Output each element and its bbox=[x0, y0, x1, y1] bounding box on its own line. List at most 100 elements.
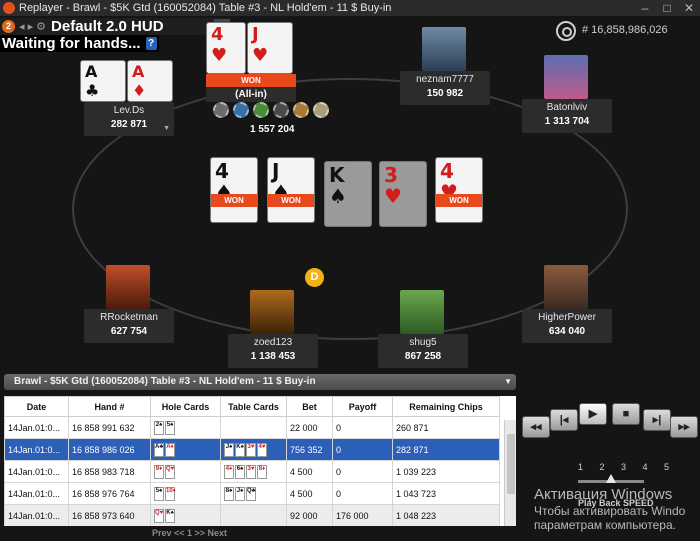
column-header[interactable]: Table Cards bbox=[220, 396, 287, 417]
player-stack: 1 313 704 bbox=[544, 116, 590, 127]
seat-shug5[interactable]: shug5 867 258 bbox=[378, 290, 468, 368]
board-card: 4 ♥ WON bbox=[435, 157, 483, 223]
board-card: 4 ♠ WON bbox=[210, 157, 258, 223]
player-name: shug5 bbox=[409, 337, 437, 348]
avatar bbox=[400, 290, 444, 334]
hand-history-table: Date Hand # Hole Cards Table Cards Bet P… bbox=[4, 396, 516, 526]
allin-status: (All-in) bbox=[206, 87, 296, 102]
avatar bbox=[544, 265, 588, 309]
seat-plate: HigherPower 634 040 bbox=[522, 309, 612, 343]
history-header[interactable]: Brawl - $5K Gtd (160052084) Table #3 - N… bbox=[4, 374, 516, 390]
seat-zoed123[interactable]: zoed123 1 138 453 bbox=[228, 290, 318, 368]
rewind-button[interactable]: ◂◂ bbox=[522, 416, 550, 438]
chevron-down-icon[interactable]: ▼ bbox=[504, 374, 512, 390]
won-badge: WON bbox=[206, 74, 296, 87]
seat-batonlviv[interactable]: Batonlviv 1 313 704 bbox=[522, 55, 612, 133]
seat-plate: Lev.Ds 282 871 ▼ bbox=[84, 102, 174, 136]
column-header[interactable]: Hand # bbox=[68, 396, 151, 417]
hole-card: 4 ♥ bbox=[206, 22, 246, 74]
help-icon[interactable]: ? bbox=[145, 37, 157, 50]
table-cards-cell bbox=[220, 504, 287, 526]
waiting-text: Waiting for hands... bbox=[2, 35, 141, 52]
player-name: neznam7777 bbox=[416, 74, 474, 85]
maximize-button[interactable]: □ bbox=[656, 1, 678, 15]
seat-higherpower[interactable]: HigherPower 634 040 bbox=[522, 265, 612, 343]
seat-plate: zoed123 1 138 453 bbox=[228, 334, 318, 368]
history-title: Brawl - $5K Gtd (160052084) Table #3 - N… bbox=[14, 376, 316, 387]
player-stack: 634 040 bbox=[548, 326, 586, 337]
title-bar: Replayer - Brawl - $5K Gtd (160052084) T… bbox=[0, 0, 700, 16]
app-logo-icon bbox=[3, 2, 15, 14]
seat-plate: neznam7777 150 982 bbox=[400, 71, 490, 105]
step-back-button[interactable]: |◂ bbox=[550, 409, 578, 431]
table-row[interactable]: 14Jan.01:0... 16 858 991 632 2♠ 5♠ 22 000… bbox=[4, 416, 500, 439]
column-header[interactable]: Bet bbox=[286, 396, 333, 417]
table-header-row: Date Hand # Hole Cards Table Cards Bet P… bbox=[4, 396, 500, 417]
hole-cards-cell: A♣ A♦ bbox=[150, 438, 221, 461]
stop-button[interactable]: ■ bbox=[612, 403, 640, 425]
player-stack: 627 754 bbox=[110, 326, 148, 337]
table-row[interactable]: 14Jan.01:0... 16 858 973 640 Q♥ K♠ 92 000… bbox=[4, 504, 500, 526]
won-badge: WON bbox=[268, 194, 314, 207]
dealer-button: D bbox=[305, 268, 324, 287]
fast-forward-button[interactable]: ▸▸ bbox=[670, 416, 698, 438]
avatar bbox=[106, 265, 150, 309]
won-badge: WON bbox=[211, 194, 257, 207]
window-title: Replayer - Brawl - $5K Gtd (160052084) T… bbox=[19, 2, 392, 14]
avatar bbox=[544, 55, 588, 99]
board-card: K ♠ bbox=[324, 161, 372, 227]
player-name: zoed123 bbox=[253, 337, 293, 348]
hole-cards-cell: 2♠ 5♠ bbox=[150, 416, 221, 439]
hud-badge[interactable]: 2 bbox=[2, 20, 15, 33]
speed-scale: 1 2 3 4 5 bbox=[578, 462, 677, 472]
seat-hero-top[interactable]: WON (All-in) bbox=[206, 74, 296, 104]
hole-card: J ♥ bbox=[247, 22, 293, 74]
seat-plate: RRocketman 627 754 bbox=[84, 309, 174, 343]
player-name: Batonlviv bbox=[546, 102, 588, 113]
seat-plate: shug5 867 258 bbox=[378, 334, 468, 368]
hand-number: # 16,858,986,026 bbox=[582, 24, 668, 36]
player-stack: 150 982 bbox=[426, 88, 464, 99]
seat-rrocketman[interactable]: RRocketman 627 754 bbox=[84, 265, 174, 343]
hud-controls[interactable]: ◂ ▸ ⚙ bbox=[19, 20, 46, 33]
player-name: RRocketman bbox=[100, 312, 158, 323]
player-stack: 282 871 bbox=[110, 119, 148, 130]
vertical-scrollbar[interactable] bbox=[504, 420, 516, 526]
windows-activation-watermark: Активация Windows Чтобы активировать Win… bbox=[534, 486, 686, 532]
seat-lev-ds[interactable]: Lev.Ds 282 871 ▼ bbox=[84, 58, 174, 136]
table-cards-cell bbox=[220, 416, 287, 439]
table-row[interactable]: 14Jan.01:0... 16 858 983 718 9♦ Q♥ 4♦ 6♠ 3♥… bbox=[4, 460, 500, 483]
scroll-thumb[interactable] bbox=[507, 434, 515, 494]
column-header[interactable]: Payoff bbox=[332, 396, 393, 417]
close-button[interactable]: ✕ bbox=[678, 1, 700, 15]
pager[interactable]: Prev << 1 >> Next bbox=[152, 528, 227, 538]
avatar bbox=[422, 27, 466, 71]
hud-name: Default 2.0 HUD bbox=[51, 18, 164, 35]
column-header[interactable]: Date bbox=[4, 396, 69, 417]
avatar bbox=[250, 290, 294, 334]
won-badge: WON bbox=[436, 194, 482, 207]
minimize-button[interactable]: – bbox=[634, 1, 656, 15]
hole-cards-cell: 5♠ 10♦ bbox=[150, 482, 221, 505]
table-cards-cell: J♠ K♠ 3♥ 4♥ bbox=[220, 438, 287, 461]
player-name: Lev.Ds bbox=[113, 105, 145, 116]
pot-chips bbox=[213, 102, 333, 120]
column-header[interactable]: Hole Cards bbox=[150, 396, 221, 417]
speed-label: Play Back SPEED bbox=[578, 498, 654, 508]
table-cards-cell: 4♦ 6♠ 3♥ 8♦ bbox=[220, 460, 287, 483]
player-name: HigherPower bbox=[538, 312, 596, 323]
step-forward-button[interactable]: ▸| bbox=[643, 409, 671, 431]
player-stack: 1 138 453 bbox=[250, 351, 296, 362]
hole-cards-cell: 9♦ Q♥ bbox=[150, 460, 221, 483]
search-icon[interactable] bbox=[556, 21, 576, 41]
table-row[interactable]: 14Jan.01:0... 16 858 976 764 5♠ 10♦ 8♠ J♠ Q… bbox=[4, 482, 500, 505]
table-row-selected[interactable]: 14Jan.01:0... 16 858 986 026 A♣ A♦ J♠ K♠ 3♥… bbox=[4, 438, 500, 461]
hole-cards-cell: Q♥ K♠ bbox=[150, 504, 221, 526]
play-button[interactable]: ▶ bbox=[579, 403, 607, 425]
replayer-window: Replayer - Brawl - $5K Gtd (160052084) T… bbox=[0, 0, 700, 541]
column-header[interactable]: Remaining Chips bbox=[392, 396, 500, 417]
seat-neznam7777[interactable]: neznam7777 150 982 bbox=[400, 27, 490, 105]
hud-status: Waiting for hands... ? bbox=[0, 35, 159, 52]
speed-slider-handle[interactable] bbox=[606, 474, 616, 483]
board-card: J ♠ WON bbox=[267, 157, 315, 223]
